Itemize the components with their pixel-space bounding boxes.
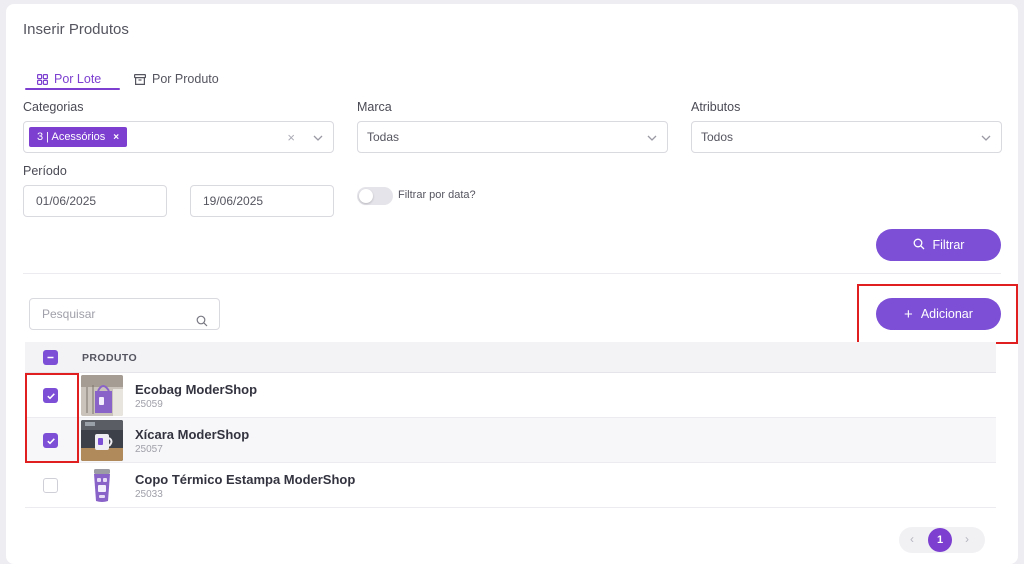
categorias-label: Categorias [23,100,84,114]
search-input[interactable]: Pesquisar [29,298,220,330]
product-name: Xícara ModerShop [135,427,250,442]
highlight-add-button [857,284,1018,344]
search-placeholder: Pesquisar [42,307,96,321]
date-filter-toggle[interactable] [357,187,393,205]
product-name: Copo Térmico Estampa ModerShop [135,472,356,487]
chevron-down-icon [312,132,324,147]
chip-remove-icon[interactable]: × [113,132,119,143]
tab-por-produto[interactable]: Por Produto [134,67,219,91]
product-thumbnail [81,465,123,506]
filter-button-label: Filtrar [932,238,965,252]
product-thumbnail [81,420,123,461]
marca-select[interactable]: Todas [357,121,668,153]
atributos-value: Todos [701,130,734,144]
product-thumbnail [81,375,123,416]
column-header-produto: PRODUTO [82,352,138,364]
prev-page-icon[interactable]: ‹ [910,532,914,546]
end-date-input[interactable]: 19/06/2025 [190,185,334,217]
grid-icon [37,73,48,85]
main-card: Inserir Produtos Por Lote Por Produto Ca… [6,4,1018,564]
search-icon [196,308,208,338]
marca-value: Todas [367,130,400,144]
table-row[interactable]: Xícara ModerShop 25057 [25,418,996,463]
highlight-selected-checkboxes [25,373,79,463]
table-row[interactable]: Copo Térmico Estampa ModerShop 25033 [25,463,996,508]
next-page-icon[interactable]: › [965,532,969,546]
row-checkbox[interactable] [43,478,58,493]
clear-icon[interactable]: × [287,130,295,145]
start-date-input[interactable]: 01/06/2025 [23,185,167,217]
search-icon [913,238,925,253]
periodo-label: Período [23,164,67,178]
tab-por-produto-label: Por Produto [152,72,219,86]
filter-button[interactable]: Filtrar [876,229,1001,261]
select-all-checkbox[interactable] [43,350,58,365]
product-code: 25033 [135,489,163,500]
category-chip: 3 | Acessórios × [29,127,128,147]
table-row[interactable]: Ecobag ModerShop 25059 [25,373,996,418]
archive-box-icon [134,73,146,85]
marca-label: Marca [357,100,392,114]
chevron-down-icon [646,132,658,147]
page-title: Inserir Produtos [23,21,129,38]
atributos-label: Atributos [691,100,741,114]
tab-por-lote-label: Por Lote [54,72,102,86]
section-divider [23,273,1001,274]
table-header: PRODUTO [25,342,996,373]
date-filter-label: Filtrar por data? [398,189,476,201]
chevron-down-icon [980,132,992,147]
current-page[interactable]: 1 [928,528,952,552]
active-tab-indicator [25,88,120,90]
atributos-select[interactable]: Todos [691,121,1002,153]
category-chip-label: 3 | Acessórios [37,131,106,143]
product-name: Ecobag ModerShop [135,382,258,397]
pagination: ‹ 1 › [899,527,985,553]
product-code: 25059 [135,399,163,410]
categorias-select[interactable]: 3 | Acessórios × × [23,121,334,153]
product-code: 25057 [135,444,163,455]
